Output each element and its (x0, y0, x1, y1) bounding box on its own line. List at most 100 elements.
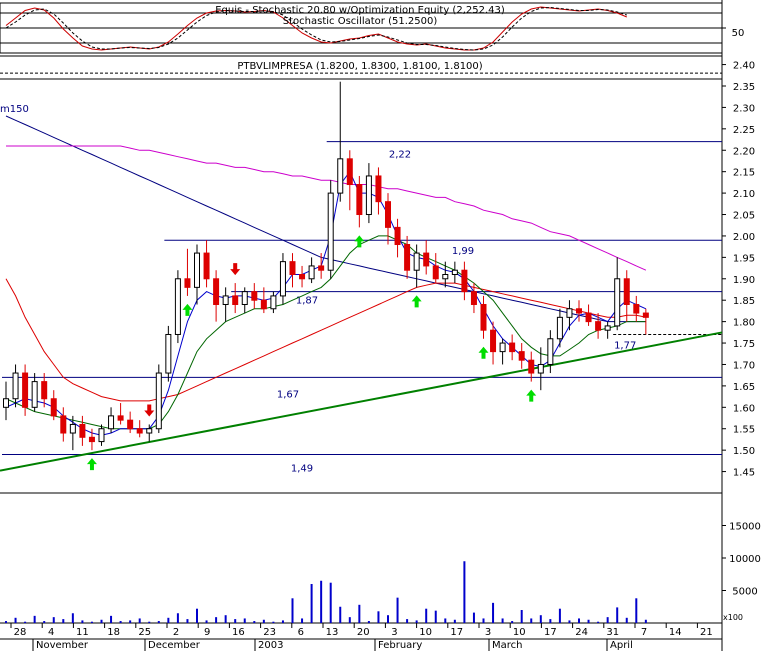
x-tick-label-20: 7 (641, 627, 647, 638)
volume-y-tick-label-2: 15000 (729, 522, 761, 533)
price-y-tick-label-14: 2.15 (733, 168, 755, 179)
x-tick-label-17: 17 (544, 627, 557, 638)
price-title: PTBVLIMPRESA (1.8200, 1.8300, 1.8100, 1.… (237, 61, 482, 72)
volume-y-tick-label-0: 5000 (732, 587, 757, 598)
candle-body-23 (222, 295, 229, 305)
candle-body-48 (461, 269, 468, 293)
price-y-tick-label-12: 2.05 (733, 211, 755, 222)
month-label-3: February (378, 640, 422, 651)
candle-body-36 (346, 158, 353, 186)
month-label-1: December (148, 640, 201, 651)
price-y-tick-label-1: 1.50 (733, 446, 755, 457)
month-label-0: November (36, 640, 89, 651)
price-y-tick-label-15: 2.20 (733, 146, 755, 157)
candle-body-39 (375, 175, 382, 203)
candle-body-34 (327, 192, 334, 271)
candle-body-44 (423, 252, 430, 267)
candle-body-42 (404, 244, 411, 271)
stochastic-subtitle: Stochastic Oscillator (51.2500) (283, 16, 438, 27)
level-label-4: 1,49 (291, 463, 313, 474)
candle-body-25 (241, 291, 248, 305)
candle-body-37 (356, 184, 363, 216)
chart-canvas: 1.45 1.50 1.55 1.60 1.65 1.70 1.75 1.80 1.85 1.90… (0, 0, 768, 651)
candle-body-10 (98, 428, 105, 443)
candle-body-21 (203, 252, 210, 280)
candle-body-54 (518, 351, 525, 361)
candle-body-43 (413, 252, 420, 271)
candle-body-4 (41, 381, 48, 400)
candle-body-30 (289, 261, 296, 276)
chart-background (0, 0, 768, 651)
x-tick-label-14: 17 (450, 627, 463, 638)
price-y-tick-label-7: 1.80 (733, 318, 755, 329)
candle-body-55 (528, 359, 535, 374)
x-tick-label-1: 4 (48, 627, 54, 638)
candle-body-15 (146, 428, 153, 434)
candle-body-28 (270, 295, 277, 310)
candle-body-38 (365, 175, 372, 216)
price-y-tick-label-4: 1.65 (733, 382, 755, 393)
candle-body-60 (576, 308, 582, 314)
x-tick-label-13: 10 (419, 627, 432, 638)
stochastic-axis-label: 50 (732, 28, 745, 39)
price-y-tick-label-16: 2.25 (733, 125, 755, 136)
candle-body-20 (194, 252, 200, 288)
candle-body-65 (623, 278, 630, 305)
price-y-tick-label-13: 2.10 (733, 189, 755, 200)
x-tick-label-0: 28 (14, 627, 27, 638)
candle-body-31 (299, 274, 306, 280)
price-y-tick-label-0: 1.45 (733, 468, 755, 479)
x-tick-label-11: 20 (357, 627, 370, 638)
price-y-tick-label-2: 1.55 (733, 425, 755, 436)
x-tick-label-16: 10 (513, 627, 526, 638)
candle-body-61 (585, 312, 592, 323)
candle-body-17 (165, 333, 172, 374)
candle-body-27 (260, 299, 267, 310)
ma150-label: m150 (0, 104, 29, 115)
candle-body-35 (337, 158, 344, 194)
candle-body-29 (279, 261, 286, 297)
candle-body-57 (547, 338, 554, 365)
candle-body-1 (12, 372, 19, 400)
stochastic-title: Equis - Stochastic 20.80 w/Optimization … (215, 5, 505, 16)
candle-body-46 (442, 274, 449, 280)
x-tick-label-3: 18 (107, 627, 120, 638)
x-tick-label-10: 13 (326, 627, 339, 638)
price-y-tick-label-18: 2.35 (733, 82, 755, 93)
candle-body-63 (604, 325, 611, 331)
level-label-1: 1,99 (452, 246, 474, 257)
candle-body-26 (251, 291, 258, 301)
candle-body-52 (499, 342, 506, 353)
price-y-tick-label-9: 1.90 (733, 275, 755, 286)
candle-body-8 (79, 423, 86, 438)
price-y-tick-label-8: 1.85 (733, 296, 755, 307)
candle-body-16 (155, 372, 162, 430)
candle-body-19 (184, 278, 191, 288)
candle-body-59 (566, 308, 573, 318)
candle-body-50 (480, 303, 487, 331)
candle-body-13 (127, 419, 134, 430)
candle-body-2 (22, 372, 29, 408)
x-tick-label-8: 23 (263, 627, 276, 638)
candle-body-6 (60, 415, 67, 434)
candle-body-12 (117, 415, 124, 421)
month-label-4: March (492, 640, 522, 651)
candle-body-18 (174, 278, 181, 335)
price-y-tick-label-5: 1.70 (733, 360, 755, 371)
volume-y-tick-label-1: 10000 (729, 554, 761, 565)
x-tick-label-12: 3 (391, 627, 397, 638)
level-label-0: 2,22 (389, 150, 411, 161)
candle-body-9 (88, 436, 95, 443)
candle-body-0 (3, 398, 9, 408)
level-label-3: 1,67 (277, 389, 299, 400)
candle-body-7 (69, 423, 76, 434)
candle-body-40 (385, 201, 391, 228)
x-tick-label-18: 24 (575, 627, 588, 638)
x-tick-label-6: 9 (204, 627, 210, 638)
price-y-tick-label-3: 1.60 (733, 403, 755, 414)
candle-body-62 (595, 321, 602, 331)
candle-body-64 (614, 278, 621, 327)
candle-body-66 (633, 303, 640, 314)
candle-body-45 (432, 265, 439, 280)
x-tick-label-21: 14 (669, 627, 682, 638)
